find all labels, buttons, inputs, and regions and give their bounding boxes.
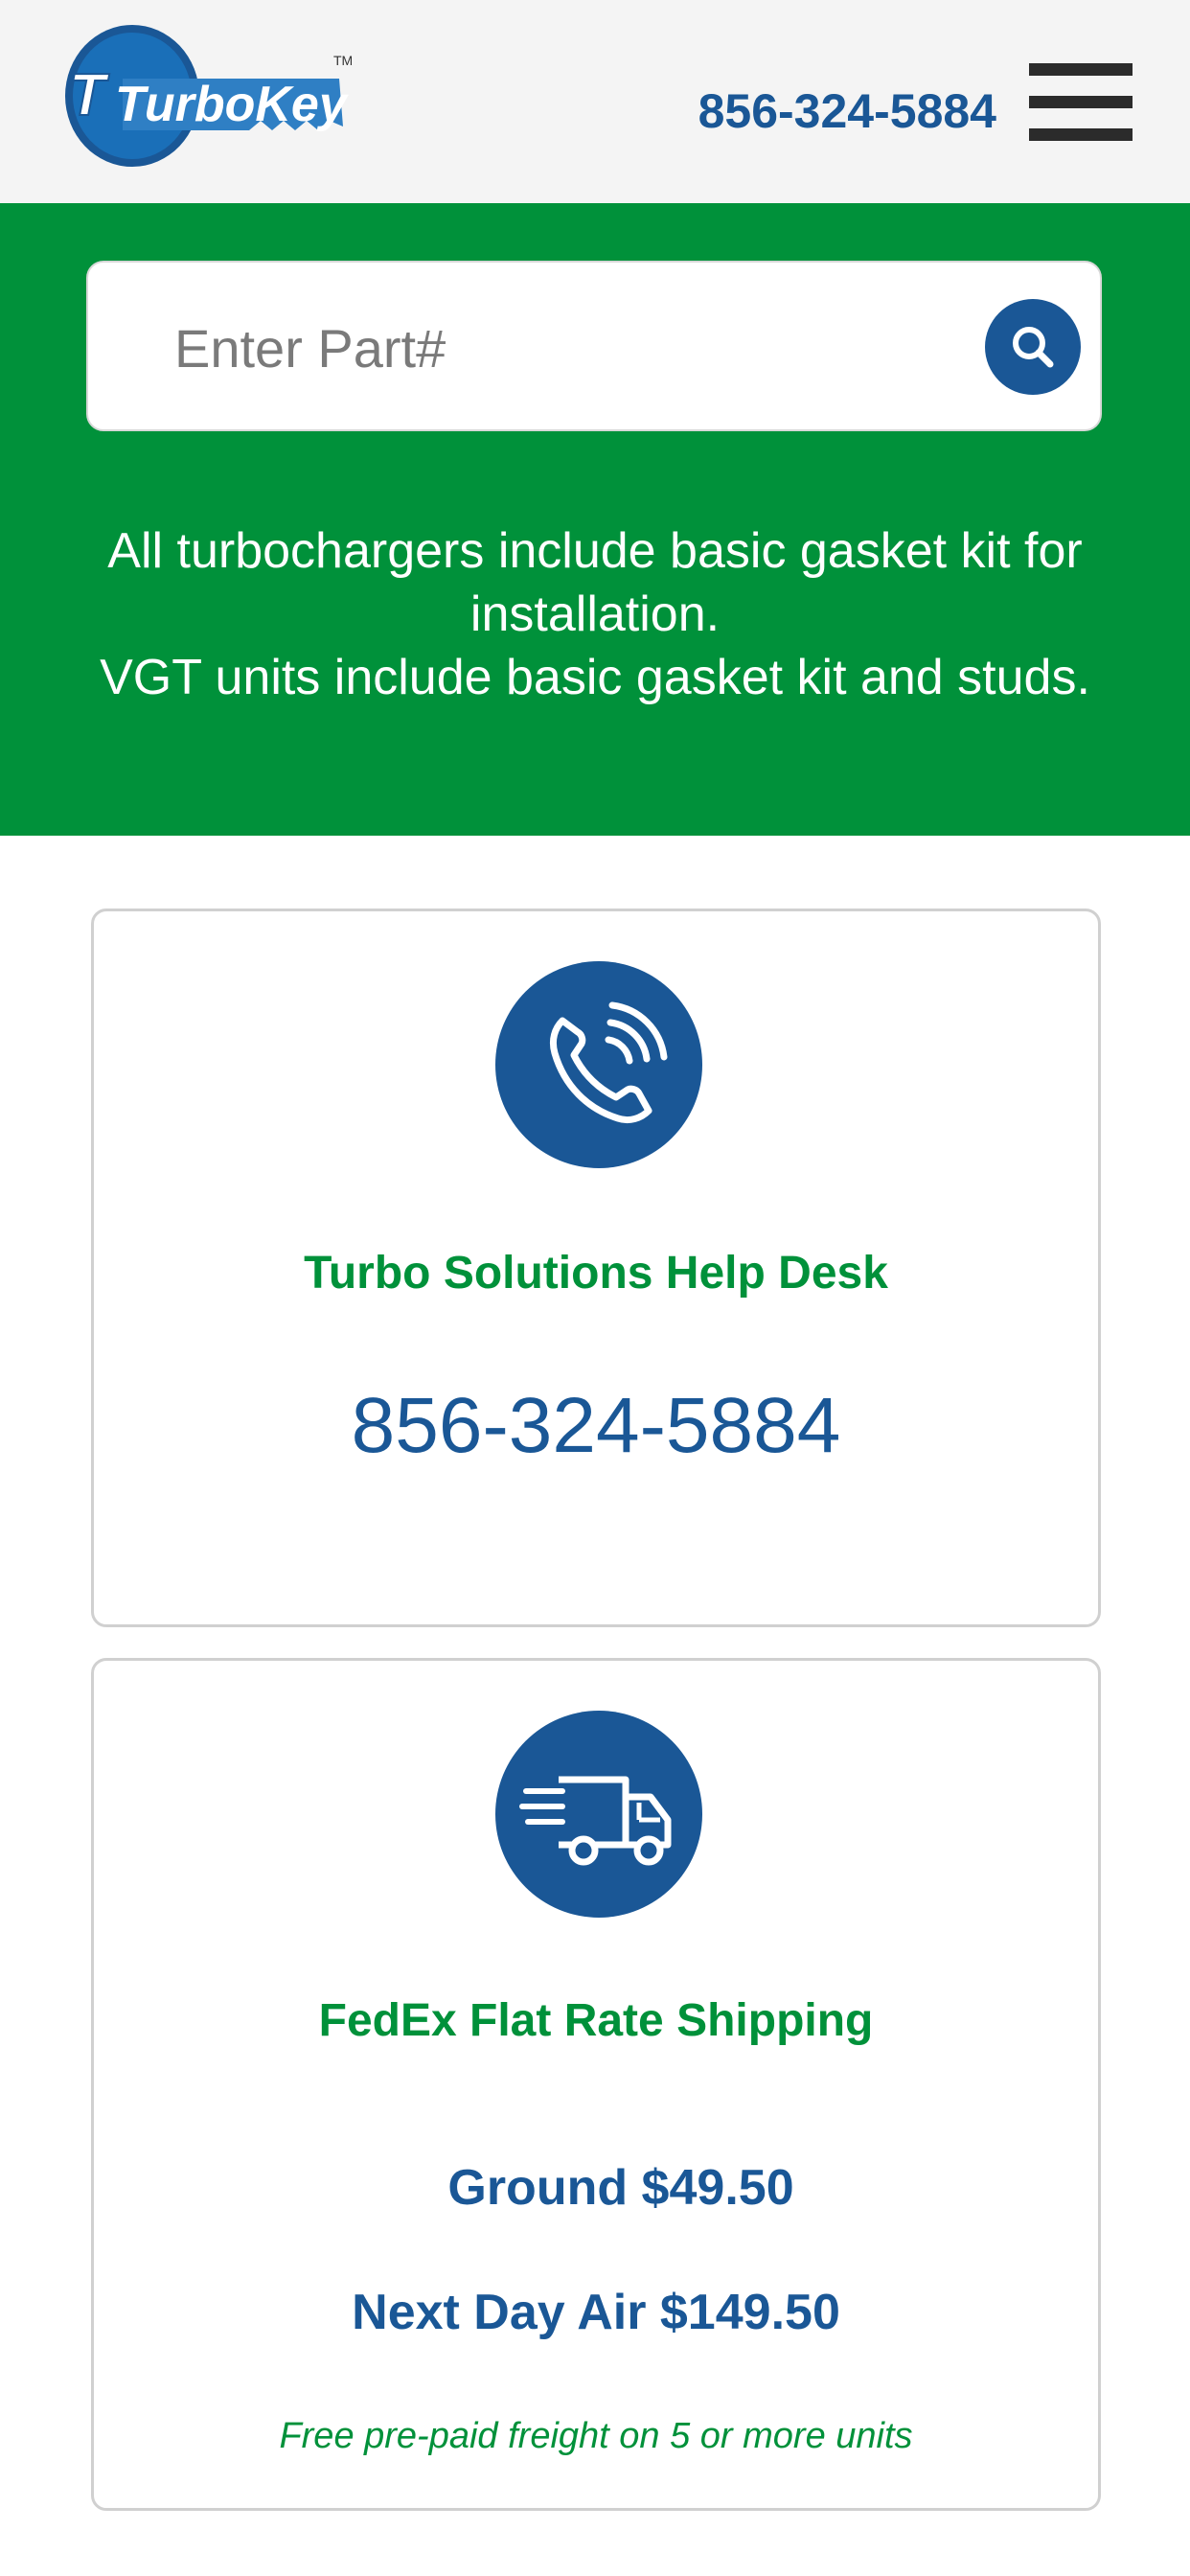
header-phone-link[interactable]: 856-324-5884	[671, 77, 996, 146]
shipping-title: FedEx Flat Rate Shipping	[318, 1995, 874, 2046]
help-desk-title: Turbo Solutions Help Desk	[304, 1248, 888, 1299]
next-day-air-rate: Next Day Air $149.50	[352, 2285, 840, 2340]
notice-vgt-units: VGT units include basic gasket kit and s…	[100, 650, 1090, 705]
phone-icon	[495, 961, 702, 1168]
turbokey-logo[interactable]: T TurboKey TM	[56, 21, 353, 171]
notice-gasket-kit: All turbochargers include basic gasket k…	[107, 523, 1083, 642]
help-desk-card: Turbo Solutions Help Desk 856-324-5884	[91, 908, 1101, 1627]
hamburger-bar	[1029, 63, 1133, 76]
svg-text:T: T	[69, 62, 110, 128]
ground-rate: Ground $49.50	[447, 2160, 794, 2216]
logo-wordmark: TurboKey	[115, 77, 350, 132]
part-number-input[interactable]	[174, 291, 941, 404]
free-freight-note: Free pre-paid freight on 5 or more units	[279, 2416, 913, 2456]
part-search-form	[86, 261, 1102, 431]
search-button[interactable]	[985, 299, 1081, 395]
hamburger-bar	[1029, 96, 1133, 108]
hamburger-menu-icon[interactable]	[1029, 59, 1133, 144]
search-banner: All turbochargers include basic gasket k…	[0, 203, 1190, 836]
hamburger-bar	[1029, 128, 1133, 141]
help-desk-phone-link[interactable]: 856-324-5884	[94, 1381, 1098, 1471]
shipping-card: FedEx Flat Rate Shipping Ground $49.50 N…	[91, 1658, 1101, 2511]
search-icon	[1013, 327, 1054, 368]
installation-notice: All turbochargers include basic gasket k…	[77, 519, 1113, 709]
delivery-truck-icon	[495, 1711, 702, 1918]
site-header: T TurboKey TM 856-324-5884	[0, 0, 1190, 203]
logo-trademark: TM	[333, 53, 353, 68]
